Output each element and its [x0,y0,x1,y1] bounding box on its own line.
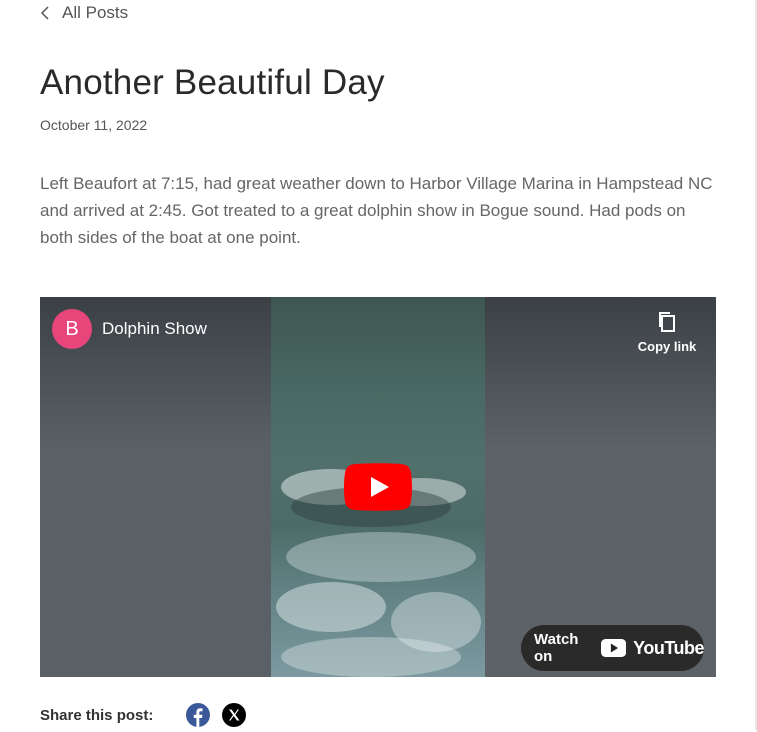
facebook-icon[interactable] [186,703,210,727]
channel-avatar[interactable]: B [52,309,92,349]
all-posts-link[interactable]: All Posts [40,3,128,23]
play-button[interactable] [344,463,412,511]
video-embed[interactable]: B Dolphin Show Copy link Watch on YouTub… [40,297,716,677]
copy-link-label: Copy link [637,339,697,354]
post-date: October 11, 2022 [40,117,148,133]
video-title[interactable]: Dolphin Show [102,319,207,339]
chevron-left-icon [40,3,54,23]
copy-icon [659,312,675,332]
watch-on-label: Watch on [534,631,579,665]
post-title: Another Beautiful Day [40,63,385,102]
all-posts-label: All Posts [62,3,129,22]
watch-on-youtube-button[interactable]: Watch on YouTube [521,625,704,671]
video-blur-right [485,297,716,677]
video-blur-left [40,297,271,677]
x-icon[interactable] [222,703,246,727]
youtube-logo-icon [601,639,627,657]
copy-link-button[interactable]: Copy link [632,311,702,354]
share-label: Share this post: [40,707,154,724]
play-icon [344,463,412,511]
youtube-label: YouTube [633,637,704,658]
post-body: Left Beaufort at 7:15, had great weather… [40,174,713,247]
